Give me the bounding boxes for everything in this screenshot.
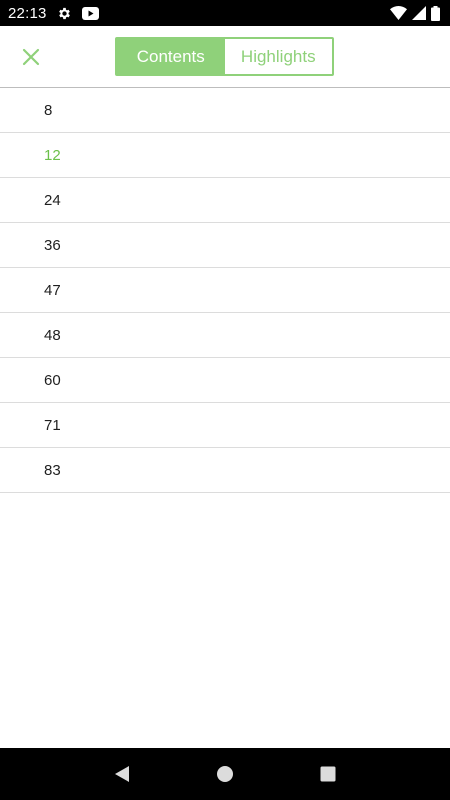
- list-item-current[interactable]: 12: [0, 133, 450, 178]
- list-item[interactable]: 71: [0, 403, 450, 448]
- wifi-icon: [390, 6, 407, 20]
- list-item[interactable]: 36: [0, 223, 450, 268]
- status-time: 22:13: [8, 4, 47, 22]
- battery-icon: [431, 5, 440, 21]
- status-right: [390, 5, 440, 21]
- recents-button[interactable]: [308, 754, 348, 794]
- contents-list: 8 12 24 36 47 48 60 71 83: [0, 88, 450, 493]
- list-item[interactable]: 83: [0, 448, 450, 493]
- list-item[interactable]: 47: [0, 268, 450, 313]
- list-item[interactable]: 48: [0, 313, 450, 358]
- toolbar: Contents Highlights: [0, 26, 450, 88]
- back-icon: [114, 765, 130, 783]
- navigation-bar: [0, 748, 450, 800]
- tab-contents[interactable]: Contents: [117, 39, 225, 74]
- back-button[interactable]: [102, 754, 142, 794]
- home-icon: [216, 765, 234, 783]
- close-icon: [22, 48, 40, 66]
- cell-signal-icon: [412, 6, 426, 20]
- gear-icon: [57, 6, 72, 21]
- tab-highlights[interactable]: Highlights: [224, 39, 332, 74]
- close-button[interactable]: [12, 38, 50, 76]
- contents-highlights-toggle: Contents Highlights: [115, 37, 334, 76]
- list-item[interactable]: 24: [0, 178, 450, 223]
- list-item[interactable]: 60: [0, 358, 450, 403]
- list-item[interactable]: 8: [0, 88, 450, 133]
- status-bar: 22:13: [0, 0, 450, 26]
- home-button[interactable]: [205, 754, 245, 794]
- status-left: 22:13: [8, 5, 99, 22]
- youtube-icon: [81, 6, 99, 20]
- recents-icon: [320, 766, 336, 782]
